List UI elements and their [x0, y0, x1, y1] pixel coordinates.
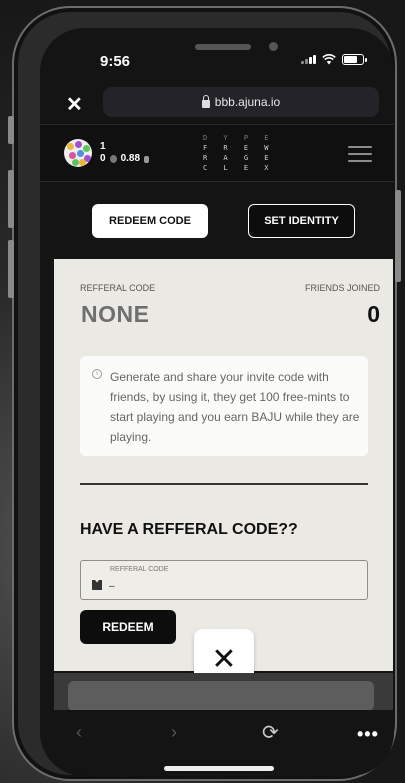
have-referral-title: HAVE A REFFERAL CODE?? — [80, 521, 298, 538]
app-header: 1 0 0.88 D Y P E F R E W R A G E C L E X — [40, 124, 394, 182]
more-icon[interactable]: ••• — [357, 724, 379, 745]
referral-code-value: NONE — [81, 301, 150, 327]
referral-input-icon — [92, 580, 102, 590]
background-card — [68, 681, 374, 710]
background-content — [54, 673, 393, 710]
status-icons — [301, 54, 367, 65]
logo-row-1: D Y P E — [203, 134, 275, 142]
friends-joined-label: FRIENDS JOINED — [304, 283, 380, 293]
stat-value2: 0.88 — [120, 153, 141, 164]
volume-down-button — [8, 240, 14, 298]
phone-frame: 9:56 ✕ bbb.ajuna.io 1 0 0.88 D Y P E F R… — [8, 6, 401, 781]
tab-redeem-code[interactable]: REDEEM CODE — [92, 204, 208, 238]
power-button — [395, 190, 401, 282]
referral-code-field[interactable]: REFFERAL CODE — [80, 560, 368, 600]
status-time: 9:56 — [100, 53, 131, 70]
status-bar: 9:56 — [40, 28, 394, 84]
info-box: i Generate and share your invite code wi… — [80, 356, 368, 456]
referral-code-input[interactable] — [109, 578, 359, 594]
browser-bar: ✕ bbb.ajuna.io — [40, 86, 394, 122]
url-bar[interactable]: bbb.ajuna.io — [103, 87, 379, 117]
stat-line1: 1 — [100, 141, 106, 152]
divider — [80, 483, 368, 485]
redeem-button[interactable]: REDEEM — [80, 610, 176, 644]
forward-icon[interactable]: › — [171, 722, 177, 743]
mint-icon — [109, 155, 117, 163]
logo-row-2: F R E W — [203, 144, 275, 152]
referral-card: REFFERAL CODE FRIENDS JOINED NONE 0 i Ge… — [54, 259, 393, 671]
lock-icon — [201, 95, 210, 108]
referral-code-label: REFFERAL CODE — [80, 283, 156, 293]
speaker-notch — [195, 44, 251, 50]
battery-icon — [342, 54, 367, 65]
volume-up-button — [8, 170, 14, 228]
tab-set-identity[interactable]: SET IDENTITY — [248, 204, 355, 238]
user-stats: 1 0 0.88 — [100, 141, 150, 165]
tab-bar: REDEEM CODE SET IDENTITY — [40, 204, 394, 240]
baju-coin-icon — [144, 155, 150, 163]
friends-joined-value: 0 — [367, 301, 380, 327]
info-icon: i — [92, 369, 102, 379]
avatar[interactable] — [64, 139, 92, 167]
back-icon[interactable]: ‹ — [76, 722, 82, 743]
reload-icon[interactable]: ⟳ — [262, 720, 279, 745]
browser-close-icon[interactable]: ✕ — [66, 92, 83, 117]
camera-dot — [269, 42, 278, 51]
phone-screen: 9:56 ✕ bbb.ajuna.io 1 0 0.88 D Y P E F R… — [40, 28, 394, 776]
referral-input-label: REFFERAL CODE — [110, 566, 169, 573]
url-text: bbb.ajuna.io — [214, 95, 281, 109]
browser-nav-bar: ‹ › ⟳ ••• — [40, 710, 394, 776]
menu-icon[interactable] — [348, 146, 372, 162]
wifi-icon — [322, 54, 336, 65]
home-indicator[interactable] — [164, 766, 274, 771]
info-text: Generate and share your invite code with… — [110, 370, 360, 444]
stat-value1: 0 — [100, 153, 106, 164]
logo-row-3: R A G E — [203, 154, 275, 162]
mute-switch — [8, 116, 14, 144]
signal-icon — [301, 55, 316, 64]
battery-fill — [344, 56, 357, 63]
logo[interactable]: D Y P E F R E W R A G E C L E X — [203, 133, 275, 173]
logo-row-4: C L E X — [203, 164, 275, 172]
